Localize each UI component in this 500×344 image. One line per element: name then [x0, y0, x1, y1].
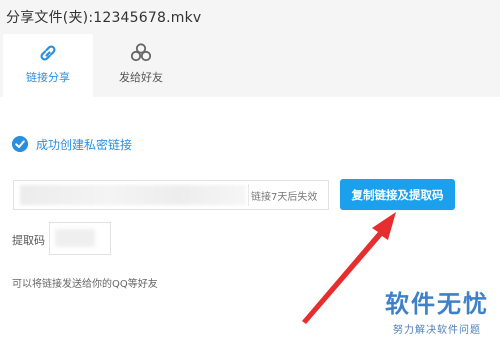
- watermark-subtitle: 努力解决软件问题: [393, 325, 481, 336]
- tab-send-friends-label: 发给好友: [119, 71, 163, 84]
- share-hint: 可以将链接发送给你的QQ等好友: [12, 279, 158, 290]
- window-title: 分享文件(夹):12345678.mkv: [6, 10, 202, 26]
- code-label: 提取码: [12, 234, 45, 247]
- status-text: 成功创建私密链接: [36, 138, 133, 152]
- tab-link-share[interactable]: 链接分享: [3, 34, 93, 97]
- watermark-title: 软件无忧: [385, 290, 489, 318]
- window-title-bar: 分享文件(夹):12345678.mkv: [0, 0, 500, 34]
- expire-text: 链接7天后失效: [251, 192, 318, 203]
- tab-link-share-label: 链接分享: [26, 71, 70, 84]
- tab-send-friends[interactable]: 发给好友: [96, 34, 186, 97]
- copy-link-button[interactable]: 复制链接及提取码: [340, 179, 455, 210]
- link-icon: [40, 45, 56, 61]
- check-circle-icon: [12, 136, 28, 152]
- share-link-value[interactable]: [20, 185, 246, 205]
- share-tabs: 链接分享 发给好友: [0, 34, 500, 97]
- code-value[interactable]: [55, 229, 95, 247]
- code-field[interactable]: [49, 222, 111, 255]
- watermark: 软件无忧 努力解决软件问题: [378, 284, 496, 336]
- share-link-field[interactable]: 链接7天后失效: [13, 180, 329, 210]
- friends-icon: [130, 43, 152, 62]
- link-divider: [248, 184, 249, 206]
